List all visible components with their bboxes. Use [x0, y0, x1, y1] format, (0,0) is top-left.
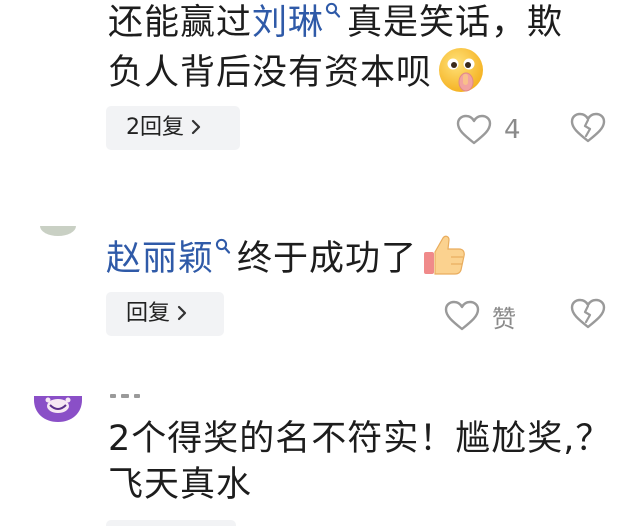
chevron-right-icon	[191, 119, 201, 134]
reply-label: 2回复	[126, 115, 184, 140]
comment-2-body: 终于成功了	[237, 239, 418, 279]
chevron-right-icon	[177, 305, 187, 320]
like-count: 4	[504, 115, 521, 145]
thumbs-up-emoji	[424, 235, 465, 275]
comment-3-line-2: 飞天真水	[108, 465, 253, 505]
avatar-image	[34, 396, 82, 422]
reply-label: 回复	[126, 301, 171, 326]
comment-1-suffix: 真是笑话，欺	[347, 3, 564, 43]
comment-2-text: 赵丽颖 终于成功了	[106, 235, 467, 282]
reply-button[interactable]	[106, 520, 236, 526]
username-fragment	[110, 394, 142, 398]
comment-2-mention-link[interactable]: 赵丽颖	[106, 238, 237, 279]
comment-3-text: 2个得奖的名不符实！尴尬奖,？ 飞天真水	[108, 416, 611, 508]
reply-button[interactable]: 回复	[106, 292, 224, 336]
heart-outline-icon	[456, 114, 492, 145]
comment-1-line-1: 还能赢过刘琳 真是笑话，欺	[108, 0, 563, 46]
like-label: 赞	[492, 304, 516, 333]
broken-heart-icon[interactable]	[570, 298, 606, 330]
mention-name[interactable]: 刘琳	[252, 3, 324, 43]
comment-3-line-1: 2个得奖的名不符实！尴尬奖,？	[108, 419, 612, 459]
like-button[interactable]: 4	[456, 110, 521, 150]
avatar[interactable]	[40, 226, 76, 236]
search-icon	[215, 238, 231, 254]
comment-1-line-2: 负人背后没有资本呗	[108, 48, 563, 96]
reply-button[interactable]: 2回复	[106, 106, 240, 150]
like-button[interactable]: 赞	[444, 296, 516, 336]
search-icon	[325, 2, 341, 18]
mention-name[interactable]: 赵丽颖	[106, 239, 214, 279]
broken-heart-icon[interactable]	[570, 112, 606, 144]
shushing-face-emoji	[439, 48, 484, 92]
comment-1-prefix: 还能赢过	[108, 3, 253, 43]
heart-outline-icon	[444, 300, 480, 331]
comment-1-mention-link[interactable]: 刘琳	[252, 2, 347, 43]
avatar[interactable]	[34, 396, 82, 422]
comment-1-text: 还能赢过刘琳 真是笑话，欺 负人背后没有资本呗	[108, 0, 563, 96]
